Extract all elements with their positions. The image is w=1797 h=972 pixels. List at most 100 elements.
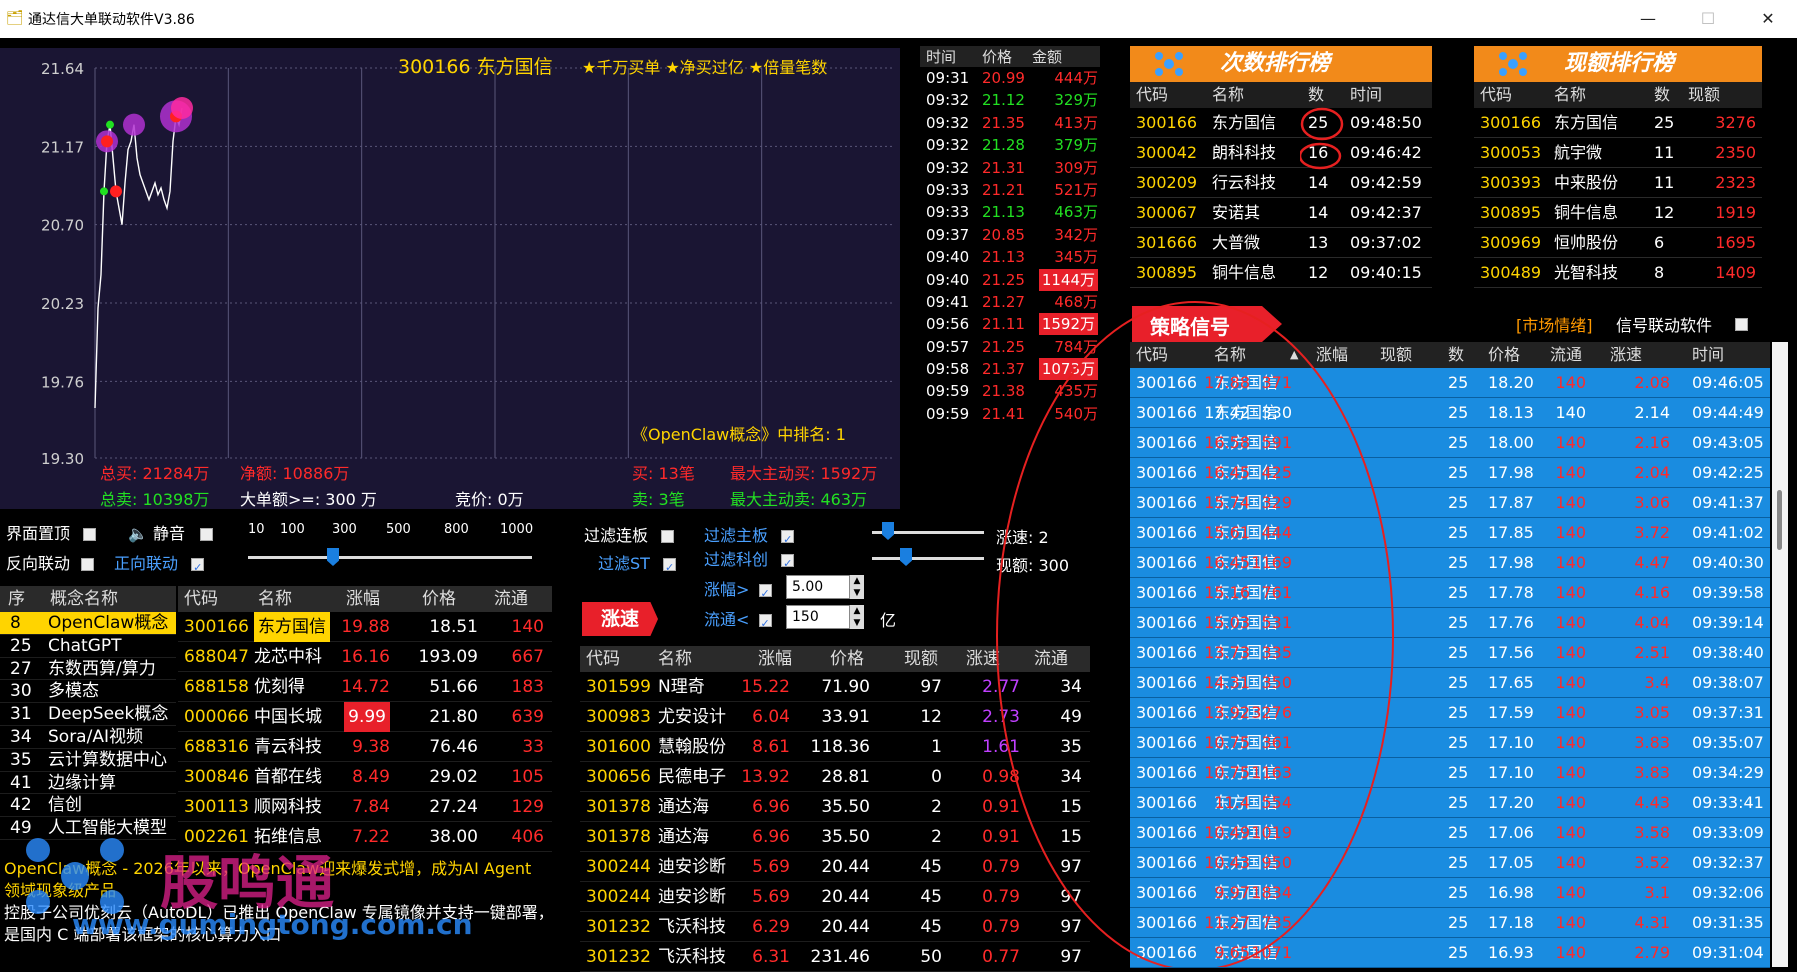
trade-row[interactable]: 09:37 20.85 342万	[920, 224, 1100, 246]
rank-row[interactable]: 300393 中来股份 11 2323	[1474, 168, 1762, 198]
rank-row[interactable]: 300042 朗科科技 16 09:46:42	[1130, 138, 1432, 168]
stock-row[interactable]: 688158 优刻得 14.72 51.66 183	[178, 672, 552, 702]
speed-row[interactable]: 300244 迪安诊断 5.69 20.44 45 0.79 97	[580, 882, 1090, 912]
signal-row[interactable]: 300166 东方国信 15.03 531 25 17.76 140 4.04 09:39:14	[1130, 608, 1770, 638]
filter-st-toggle[interactable]: 过滤ST	[598, 550, 677, 574]
signal-row[interactable]: 300166 东方国信 17.88 371 25 18.20 140 2.08 09:46:05	[1130, 368, 1770, 398]
signal-row[interactable]: 300166 东方国信 15.61 444 25 17.85 140 3.72 09:41:02	[1130, 518, 1770, 548]
signal-row[interactable]: 300166 东方国信 9.97 1834 25 16.98 140 3.1 09:32:06	[1130, 878, 1770, 908]
trade-row[interactable]: 09:59 21.41 540万	[920, 403, 1100, 425]
speed-row[interactable]: 300244 迪安诊断 5.69 20.44 45 0.79 97	[580, 852, 1090, 882]
sort-up-icon[interactable]: ▲	[1290, 342, 1298, 368]
trade-row[interactable]: 09:57 21.25 784万	[920, 336, 1100, 358]
filter-main-board-toggle[interactable]: 过滤主板	[704, 522, 795, 546]
signal-row[interactable]: 300166 东方国信 14.31 350 25 17.65 140 3.4 09:38:07	[1130, 668, 1770, 698]
signal-row[interactable]: 300166 东方国信 10.43 950 25 17.05 140 3.52 09:32:37	[1130, 848, 1770, 878]
concept-row[interactable]: 8 OpenClaw概念	[0, 612, 176, 635]
speed-slider[interactable]	[872, 522, 984, 540]
signal-row[interactable]: 300166 东方国信 17.42 330 25 18.13 140 2.14 09:44:49	[1130, 398, 1770, 428]
signal-row[interactable]: 300166 东方国信 11.4 554 25 17.20 140 4.43 09:33:41	[1130, 788, 1770, 818]
concept-row[interactable]: 34 Sora/AI视频	[0, 726, 176, 749]
rank-row[interactable]: 300166 东方国信 25 3276	[1474, 108, 1762, 138]
pin-top-toggle[interactable]: 界面置顶	[6, 520, 97, 544]
signal-row[interactable]: 300166 东方国信 13.73 335 25 17.56 140 2.51 09:38:40	[1130, 638, 1770, 668]
stock-row[interactable]: 688316 青云科技 9.38 76.46 33	[178, 732, 552, 762]
signal-row[interactable]: 300166 东方国信 16.45 1169 25 17.98 140 4.47 09:40:3…	[1130, 548, 1770, 578]
signal-row[interactable]: 300166 东方国信 10.49 1019 25 17.06 140 3.58 09:33:0…	[1130, 818, 1770, 848]
speed-row[interactable]: 301378 通达海 6.96 35.50 2 0.91 15	[580, 792, 1090, 822]
change-filter[interactable]: 涨幅>	[704, 576, 772, 600]
slider-thumb[interactable]	[882, 522, 894, 540]
trade-row[interactable]: 09:31 20.99 444万	[920, 67, 1100, 89]
forward-link-toggle[interactable]: 正向联动	[114, 550, 205, 574]
signal-row[interactable]: 300166 东方国信 15.16 761 25 17.78 140 4.16 09:39:58	[1130, 578, 1770, 608]
filter-star-market-toggle[interactable]: 过滤科创	[704, 546, 795, 570]
strategy-scrollbar[interactable]	[1772, 342, 1788, 967]
trade-row[interactable]: 09:40 21.13 345万	[920, 246, 1100, 268]
filter-limit-up-toggle[interactable]: 过滤连板	[584, 522, 675, 546]
trade-row[interactable]: 09:58 21.37 1073万	[920, 358, 1100, 381]
float-filter[interactable]: 流通<	[704, 606, 772, 630]
mute-toggle[interactable]: 🔈 静音	[128, 520, 214, 544]
rank-row[interactable]: 301666 大普微 13 09:37:02	[1130, 228, 1432, 258]
stock-row[interactable]: 688047 龙芯中科 16.16 193.09 667	[178, 642, 552, 672]
signal-row[interactable]: 300166 东方国信 11.27 735 25 17.18 140 4.31 09:31:35	[1130, 908, 1770, 938]
rank-row[interactable]: 300209 行云科技 14 09:42:59	[1130, 168, 1432, 198]
trade-row[interactable]: 09:32 21.12 329万	[920, 89, 1100, 111]
trade-row[interactable]: 09:32 21.35 413万	[920, 112, 1100, 134]
concept-row[interactable]: 49 人工智能大模型	[0, 817, 176, 840]
rank-row[interactable]: 300067 安诺其 14 09:42:37	[1130, 198, 1432, 228]
trade-row[interactable]: 09:33 21.13 463万	[920, 201, 1100, 223]
float-spinner[interactable]: ▲ ▼	[850, 605, 864, 629]
signal-row[interactable]: 300166 东方国信 15.74 329 25 17.87 140 3.06 09:41:37	[1130, 488, 1770, 518]
stock-row[interactable]: 000066 中国长城 9.99 21.80 639	[178, 702, 552, 732]
speed-row[interactable]: 301232 飞沃科技 6.31 231.46 50 0.77 97	[580, 942, 1090, 972]
change-threshold-input[interactable]: 5.00	[786, 575, 850, 599]
rank-row[interactable]: 300895 铜牛信息 12 09:40:15	[1130, 258, 1432, 288]
market-sentiment-link[interactable]: [市场情绪]	[1516, 312, 1593, 336]
maximize-button[interactable]: ☐	[1690, 5, 1726, 33]
speed-row[interactable]: 301599 N理奇 15.22 71.90 97 2.77 34	[580, 672, 1090, 702]
speed-row[interactable]: 301600 慧翰股份 8.61 118.36 1 1.61 35	[580, 732, 1090, 762]
speed-row[interactable]: 300983 尤安设计 6.04 33.91 12 2.73 49	[580, 702, 1090, 732]
rank-row[interactable]: 300166 东方国信 25 09:48:50	[1130, 108, 1432, 138]
amount-slider[interactable]: 10 100 300 500 800 1000	[246, 522, 536, 566]
trade-row[interactable]: 09:41 21.27 468万	[920, 291, 1100, 313]
speed-row[interactable]: 300656 民德电子 13.92 28.81 0 0.98 34	[580, 762, 1090, 792]
concept-row[interactable]: 31 DeepSeek概念	[0, 703, 176, 726]
stock-row[interactable]: 300166 东方国信 19.88 18.51 140	[178, 612, 552, 642]
trade-row[interactable]: 09:33 21.21 521万	[920, 179, 1100, 201]
signal-row[interactable]: 300166 东方国信 13.92 3276 25 17.59 140 3.05 09:37:3…	[1130, 698, 1770, 728]
scrollbar-thumb[interactable]	[1777, 490, 1782, 550]
rank-row[interactable]: 300489 光智科技 8 1409	[1474, 258, 1762, 288]
signal-row[interactable]: 300166 东方国信 16.58 591 25 18.00 140 2.16 09:43:05	[1130, 428, 1770, 458]
trade-row[interactable]: 09:40 21.25 1144万	[920, 268, 1100, 291]
intraday-chart[interactable]: 21.64 21.17 20.70 20.23 19.76 19.30 300166 东方…	[0, 48, 900, 509]
concept-row[interactable]: 41 边缘计算	[0, 772, 176, 795]
signal-row[interactable]: 300166 东方国信 10.75 1163 25 17.10 140 3.83 09:34:2…	[1130, 758, 1770, 788]
concept-row[interactable]: 25 ChatGPT	[0, 635, 176, 658]
close-button[interactable]: ✕	[1750, 5, 1786, 33]
signal-row[interactable]: 300166 东方国信 16.45 425 25 17.98 140 2.04 09:42:25	[1130, 458, 1770, 488]
change-spinner[interactable]: ▲ ▼	[850, 575, 864, 599]
stock-row[interactable]: 002261 拓维信息 7.22 38.00 406	[178, 822, 552, 852]
stock-row[interactable]: 300113 顺网科技 7.84 27.24 129	[178, 792, 552, 822]
trade-row[interactable]: 09:32 21.31 309万	[920, 157, 1100, 179]
reverse-link-toggle[interactable]: 反向联动	[6, 550, 95, 574]
rank-row[interactable]: 300895 铜牛信息 12 1919	[1474, 198, 1762, 228]
slider-thumb[interactable]	[327, 548, 339, 566]
float-threshold-input[interactable]: 150	[786, 605, 850, 629]
trade-row[interactable]: 09:59 21.38 435万	[920, 380, 1100, 402]
speed-row[interactable]: 301378 通达海 6.96 35.50 2 0.91 15	[580, 822, 1090, 852]
signal-row[interactable]: 300166 东方国信 10.75 361 25 17.10 140 3.83 09:35:07	[1130, 728, 1770, 758]
speed-row[interactable]: 301232 飞沃科技 6.29 20.44 45 0.79 97	[580, 912, 1090, 942]
slider-thumb[interactable]	[900, 548, 912, 566]
concept-row[interactable]: 35 云计算数据中心	[0, 749, 176, 772]
amount-threshold-slider[interactable]	[872, 548, 984, 566]
trade-row[interactable]: 09:32 21.28 379万	[920, 134, 1100, 156]
concept-row[interactable]: 27 东数西算/算力	[0, 658, 176, 681]
concept-row[interactable]: 42 信创	[0, 794, 176, 818]
minimize-button[interactable]: —	[1630, 5, 1666, 33]
signal-row[interactable]: 300166 东方国信 9.65 1071 25 16.93 140 2.79 09:31:04	[1130, 938, 1770, 968]
stock-row[interactable]: 300846 首都在线 8.49 29.02 105	[178, 762, 552, 792]
